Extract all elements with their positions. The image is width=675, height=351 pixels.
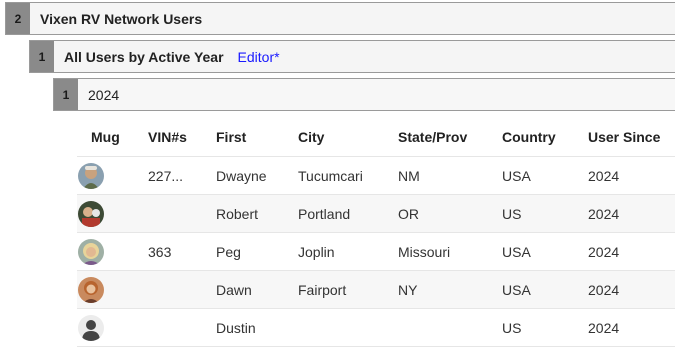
avatar-dawn[interactable] [78, 276, 104, 303]
user-since-cell: 2024 [588, 308, 675, 347]
column-header-mug[interactable]: Mug [77, 118, 148, 157]
avatar-robert[interactable] [78, 200, 104, 227]
state-cell: NY [398, 270, 502, 309]
country-cell: US [502, 194, 588, 233]
city-cell [298, 308, 398, 347]
state-cell: OR [398, 194, 502, 233]
group-title: 2024 [88, 86, 120, 103]
table-row[interactable]: Dustin US 2024 [77, 308, 675, 347]
country-cell: USA [502, 156, 588, 195]
country-cell: USA [502, 232, 588, 271]
table-header-row: Mug VIN#s First City State/Prov Country … [77, 118, 675, 157]
editor-link[interactable]: Editor* [238, 49, 280, 65]
mug-cell [77, 308, 148, 347]
group-title: All Users by Active Year [64, 48, 224, 65]
city-cell: Portland [298, 194, 398, 233]
vin-cell [148, 270, 216, 309]
vin-cell: 363 [148, 232, 216, 271]
first-name-cell: Robert [216, 194, 298, 233]
vin-cell: 227... [148, 156, 216, 195]
state-cell: Missouri [398, 232, 502, 271]
city-cell: Fairport [298, 270, 398, 309]
user-since-cell: 2024 [588, 270, 675, 309]
first-name-cell: Dustin [216, 308, 298, 347]
table-row[interactable]: 363 Peg Joplin Missouri USA 2024 [77, 232, 675, 271]
mug-cell [77, 232, 148, 271]
column-header-country[interactable]: Country [502, 118, 588, 157]
vin-cell [148, 194, 216, 233]
column-header-city[interactable]: City [298, 118, 398, 157]
group-title: Vixen RV Network Users [40, 10, 203, 27]
state-cell [398, 308, 502, 347]
avatar-peg[interactable] [78, 238, 104, 265]
group-header-year[interactable]: 1 2024 [53, 78, 675, 111]
vin-cell [148, 308, 216, 347]
column-header-user-since[interactable]: User Since [588, 118, 675, 157]
table-row[interactable]: Dawn Fairport NY USA 2024 [77, 270, 675, 309]
table-row[interactable]: Robert Portland OR US 2024 [77, 194, 675, 233]
mug-cell [77, 270, 148, 309]
city-cell: Tucumcari [298, 156, 398, 195]
table-row[interactable]: 227... Dwayne Tucumcari NM USA 2024 [77, 156, 675, 195]
user-since-cell: 2024 [588, 232, 675, 271]
group-header-active-year[interactable]: 1 All Users by Active Year Editor* [29, 40, 675, 73]
first-name-cell: Peg [216, 232, 298, 271]
country-cell: US [502, 308, 588, 347]
default-user-icon[interactable] [78, 314, 104, 341]
user-since-cell: 2024 [588, 194, 675, 233]
country-cell: USA [502, 270, 588, 309]
group-count-badge: 2 [6, 3, 30, 34]
group-header-users[interactable]: 2 Vixen RV Network Users [5, 2, 675, 35]
users-table: Mug VIN#s First City State/Prov Country … [77, 118, 675, 347]
column-header-state[interactable]: State/Prov [398, 118, 502, 157]
avatar-dwayne[interactable] [78, 162, 104, 189]
group-count-badge: 1 [30, 41, 54, 72]
state-cell: NM [398, 156, 502, 195]
column-header-vin[interactable]: VIN#s [148, 118, 216, 157]
first-name-cell: Dawn [216, 270, 298, 309]
group-count-badge: 1 [54, 79, 78, 110]
city-cell: Joplin [298, 232, 398, 271]
first-name-cell: Dwayne [216, 156, 298, 195]
user-since-cell: 2024 [588, 156, 675, 195]
mug-cell [77, 194, 148, 233]
column-header-first[interactable]: First [216, 118, 298, 157]
mug-cell [77, 156, 148, 195]
